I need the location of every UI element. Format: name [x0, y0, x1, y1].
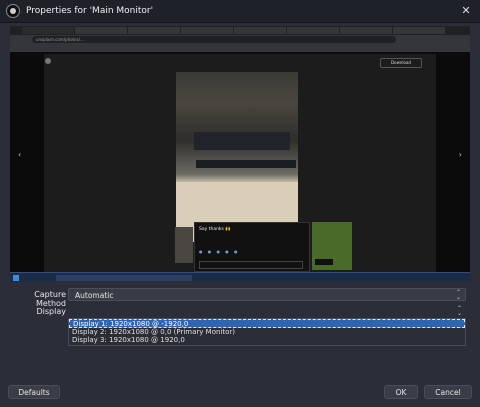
- browser-tab: [181, 27, 233, 34]
- title-bar: Properties for 'Main Monitor' ✕: [0, 0, 480, 23]
- say-thanks-popup: Say thanks 🙌 ● ● ● ● ●: [175, 222, 310, 272]
- photo-viewer: Download Say thanks 🙌 ● ● ● ● ●: [44, 54, 436, 272]
- browser-tab: [340, 27, 392, 34]
- browser-tab: [75, 27, 127, 34]
- cancel-button[interactable]: Cancel: [424, 385, 472, 399]
- taskbar-item: [124, 275, 158, 281]
- display-option-3[interactable]: Display 3: 1920x1080 @ 1920,0: [69, 336, 465, 345]
- up-down-arrows-icon: ⌃ ⌄: [455, 289, 461, 301]
- browser-tab-strip: [10, 26, 470, 35]
- download-label: Download: [380, 58, 422, 68]
- capture-method-label: Capture Method: [34, 290, 66, 308]
- window-title: Properties for 'Main Monitor': [26, 6, 154, 16]
- display-select[interactable]: ⌃ ⌄: [68, 305, 466, 318]
- capture-method-select[interactable]: Automatic ⌃ ⌄: [68, 288, 466, 301]
- promo-cta: [315, 259, 333, 265]
- browser-tab: [234, 27, 286, 34]
- up-down-arrows-icon: ⌃ ⌄: [456, 305, 462, 317]
- taskbar-item: [90, 275, 124, 281]
- defaults-button[interactable]: Defaults: [8, 385, 60, 399]
- ok-button[interactable]: OK: [384, 385, 418, 399]
- popup-title: Say thanks 🙌: [199, 227, 231, 232]
- taskbar-item: [56, 275, 90, 281]
- bookmarks-bar: [10, 45, 470, 52]
- avatar: [45, 58, 51, 64]
- popup-field: [199, 261, 303, 269]
- windows-start-icon: [13, 275, 19, 281]
- display-option-1[interactable]: Display 1: 1920x1080 @ -1920,0: [69, 319, 465, 328]
- social-icons: ● ● ● ● ●: [199, 249, 240, 254]
- obs-logo-icon: [6, 4, 20, 18]
- display-label: Display: [36, 307, 67, 316]
- capture-method-value: Automatic: [75, 291, 114, 300]
- browser-tab: [128, 27, 180, 34]
- captured-web-page: ‹ › Download Say thanks 🙌 ● ● ● ● ●: [10, 52, 470, 272]
- close-button[interactable]: ✕: [458, 3, 474, 19]
- browser-url-bar: unsplash.com/photos/...: [10, 35, 470, 45]
- chevron-left-icon: ‹: [18, 150, 22, 159]
- chevron-right-icon: ›: [458, 150, 462, 159]
- taskbar-item: [158, 275, 192, 281]
- windows-taskbar: [10, 272, 470, 282]
- popup-thumbnail: [175, 227, 193, 263]
- browser-tab: [22, 27, 74, 34]
- browser-url: unsplash.com/photos/...: [32, 36, 396, 43]
- browser-tab: [287, 27, 339, 34]
- promo-card: [312, 222, 352, 270]
- captured-photo: [176, 72, 298, 242]
- display-dropdown-list[interactable]: Display 1: 1920x1080 @ -1920,0 Display 2…: [68, 318, 466, 346]
- capture-preview: unsplash.com/photos/... ‹ › Download Say…: [10, 26, 470, 282]
- browser-tab: [393, 27, 445, 34]
- display-option-2[interactable]: Display 2: 1920x1080 @ 0,0 (Primary Moni…: [69, 328, 465, 337]
